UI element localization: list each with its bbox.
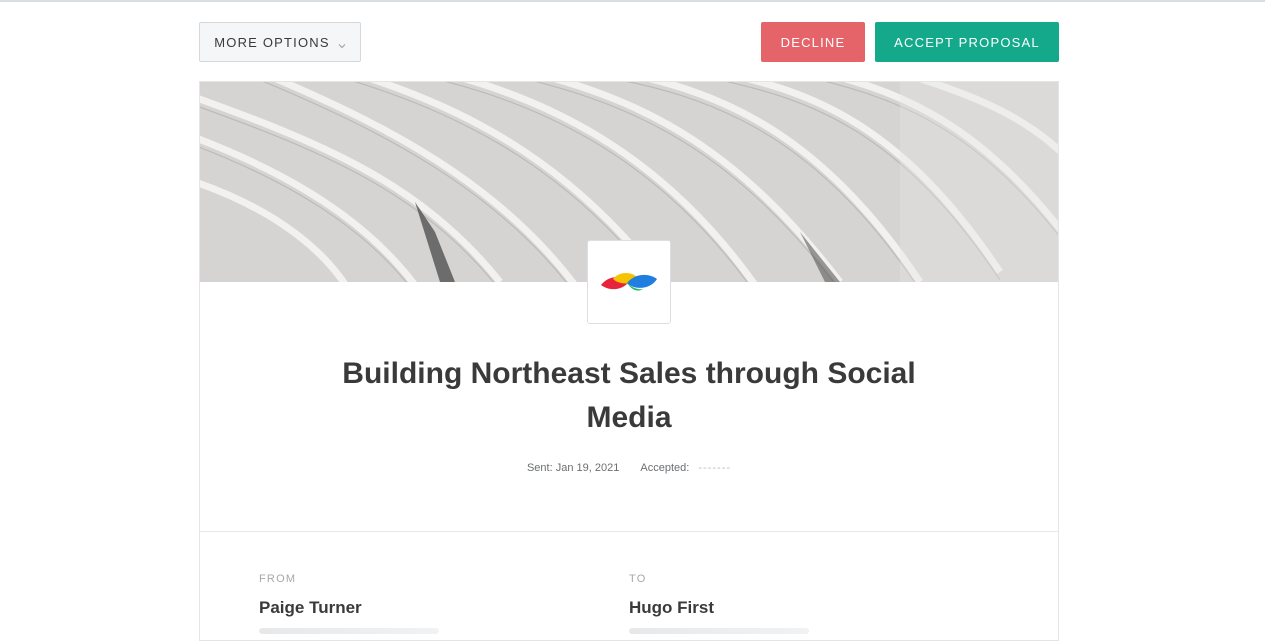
section-divider (200, 531, 1058, 532)
to-section: TO Hugo First (629, 573, 809, 634)
from-section: FROM Paige Turner (259, 573, 439, 634)
to-label: TO (629, 573, 647, 585)
proposal-card: Building Northeast Sales through Social … (199, 81, 1059, 641)
from-details (259, 628, 439, 634)
sent-label: Sent: (526, 462, 553, 474)
company-logo (587, 240, 671, 324)
more-options-label: MORE OPTIONS (214, 34, 330, 50)
decline-button[interactable]: DECLINE (761, 22, 865, 62)
to-details (629, 628, 809, 634)
chevron-down-icon (338, 38, 346, 49)
accepted-label: Accepted: (640, 462, 690, 474)
from-label: FROM (259, 573, 297, 585)
proposal-toolbar: MORE OPTIONS DECLINE ACCEPT PROPOSAL (199, 22, 1059, 62)
proposal-title: Building Northeast Sales through Social … (342, 357, 916, 434)
sent-date: Jan 19, 2021 (555, 462, 620, 474)
from-name: Paige Turner (259, 598, 362, 617)
top-border (0, 0, 1265, 2)
to-name: Hugo First (629, 598, 714, 617)
more-options-button[interactable]: MORE OPTIONS (199, 22, 361, 62)
accepted-value: ------- (698, 462, 732, 474)
proposal-meta: Sent: Jan 19, 2021 Accepted: ------- (200, 462, 1058, 474)
accept-proposal-button[interactable]: ACCEPT PROPOSAL (875, 22, 1059, 62)
accepted-info: Accepted: ------- (640, 462, 731, 474)
sent-info: Sent: Jan 19, 2021 (527, 462, 619, 474)
